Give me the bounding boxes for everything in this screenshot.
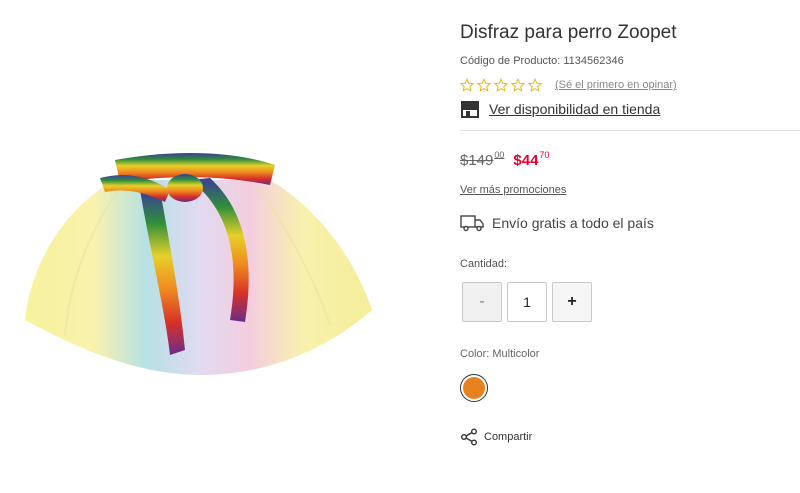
product-image xyxy=(25,153,372,375)
share-icon xyxy=(461,428,477,446)
increase-quantity-button[interactable]: + xyxy=(552,282,592,322)
store-icon xyxy=(461,101,479,118)
color-swatch-fill xyxy=(463,377,485,399)
star-icon[interactable] xyxy=(528,78,542,92)
product-title: Disfraz para perro Zoopet xyxy=(460,22,677,43)
decrease-quantity-button[interactable]: - xyxy=(462,282,502,322)
free-shipping-label: Envío gratis a todo el país xyxy=(492,215,654,231)
more-promotions-link[interactable]: Ver más promociones xyxy=(460,184,566,196)
star-icon[interactable] xyxy=(511,78,525,92)
price-row: $14900 $4470 xyxy=(460,150,550,169)
divider xyxy=(460,130,800,131)
star-icon[interactable] xyxy=(477,78,491,92)
share-label: Compartir xyxy=(484,431,533,443)
color-label: Color: Multicolor xyxy=(460,348,540,360)
store-availability-link[interactable]: Ver disponibilidad en tienda xyxy=(460,100,660,118)
star-icon[interactable] xyxy=(460,78,474,92)
sale-price: $4470 xyxy=(513,150,550,169)
truck-icon xyxy=(460,215,484,232)
product-image-area xyxy=(0,0,400,493)
quantity-input[interactable]: 1 xyxy=(507,282,547,322)
free-shipping-row: Envío gratis a todo el país xyxy=(460,214,654,232)
quantity-label: Cantidad: xyxy=(460,258,508,270)
original-price: $14900 xyxy=(460,150,505,169)
store-availability-label: Ver disponibilidad en tienda xyxy=(489,101,661,117)
rating-row: (Sé el primero en opinar) xyxy=(460,78,677,92)
star-icon[interactable] xyxy=(494,78,508,92)
write-review-link[interactable]: (Sé el primero en opinar) xyxy=(555,79,677,91)
product-code: Código de Producto: 1134562346 xyxy=(460,55,624,67)
share-button[interactable]: Compartir xyxy=(460,428,532,446)
color-swatch-multicolor[interactable] xyxy=(460,374,488,402)
quantity-stepper: - 1 + xyxy=(462,282,592,322)
